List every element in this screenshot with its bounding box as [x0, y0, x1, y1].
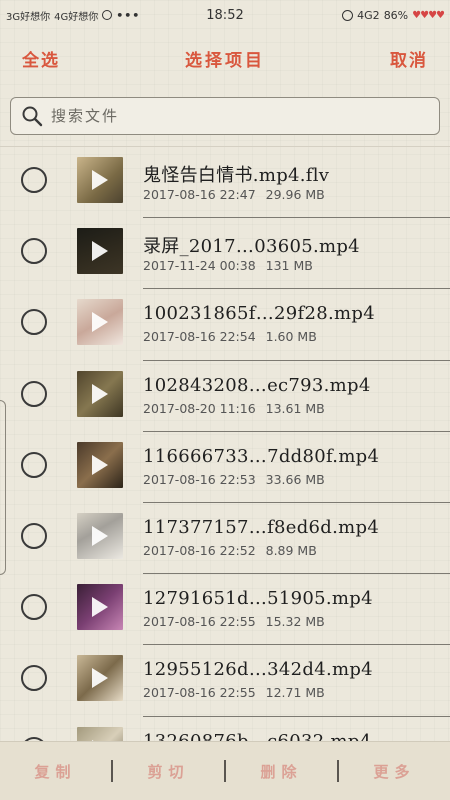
file-date: 2017-08-16 22:55 [143, 614, 256, 630]
select-checkbox[interactable] [21, 522, 47, 549]
edge-handle[interactable] [0, 400, 6, 575]
search-input[interactable] [51, 107, 411, 125]
play-icon [92, 241, 108, 262]
video-thumbnail [77, 228, 123, 275]
list-item[interactable]: 116666733…7dd80f.mp4 2017-08-16 22:53 33… [0, 432, 450, 503]
file-name: 117377157…f8ed6d.mp4 [143, 516, 380, 538]
alarm-icon [342, 9, 354, 21]
file-name: 102843208…ec793.mp4 [143, 374, 371, 396]
play-icon [92, 170, 108, 190]
select-all-button[interactable]: 全选 [22, 46, 60, 71]
file-meta: 2017-08-16 22:52 8.89 MB [143, 543, 317, 558]
network-label: 4G2 [357, 8, 380, 22]
select-checkbox[interactable] [21, 594, 47, 621]
more-notifications-icon: ••• [116, 8, 141, 22]
video-thumbnail [77, 441, 123, 488]
file-size: 15.32 MB [265, 614, 325, 630]
search-bar[interactable] [10, 97, 440, 135]
file-meta: 2017-08-16 22:47 29.96 MB [143, 187, 325, 202]
bottom-toolbar: 复制 剪切 删除 更多 [0, 741, 450, 800]
list-item[interactable]: 102843208…ec793.mp4 2017-08-20 11:16 13.… [0, 361, 450, 432]
file-name: 12791651d…51905.mp4 [143, 588, 373, 610]
status-bar: 3G好想你 4G好想你 ••• 18:52 4G2 86% ♥♥♥♥ [0, 0, 450, 30]
file-name: 鬼怪告白情书.mp4.flv [143, 165, 330, 186]
play-icon [92, 668, 108, 689]
file-date: 2017-08-16 22:53 [143, 471, 256, 487]
status-left: 3G好想你 4G好想你 ••• [6, 8, 140, 23]
list-item[interactable]: 12955126d…342d4.mp4 2017-08-16 22:55 12.… [0, 645, 450, 717]
battery-hearts-icon: ♥♥♥♥ [412, 9, 445, 21]
file-name: 12955126d…342d4.mp4 [143, 659, 373, 681]
select-checkbox[interactable] [21, 665, 47, 692]
file-name: 100231865f…29f28.mp4 [143, 303, 375, 325]
cancel-button[interactable]: 取消 [390, 46, 428, 71]
video-thumbnail [77, 370, 123, 417]
file-size: 29.96 MB [265, 187, 325, 202]
file-size: 8.89 MB [265, 542, 317, 558]
video-thumbnail [77, 655, 123, 702]
video-thumbnail [77, 584, 123, 631]
list-item[interactable]: 100231865f…29f28.mp4 2017-08-16 22:54 1.… [0, 289, 450, 361]
list-item[interactable]: 鬼怪告白情书.mp4.flv 2017-08-16 22:47 29.96 MB [0, 147, 450, 219]
list-item[interactable]: 13260876b…c6032.mp4 [0, 717, 450, 742]
file-meta: 2017-08-16 22:55 12.71 MB [143, 685, 325, 700]
select-checkbox[interactable] [21, 167, 47, 193]
search-icon [21, 105, 43, 127]
play-icon [92, 312, 108, 333]
play-icon [92, 525, 108, 546]
file-date: 2017-08-16 22:47 [143, 187, 256, 202]
delete-button[interactable]: 删除 [226, 761, 337, 782]
header: 全选 选择项目 取消 [0, 38, 450, 78]
file-size: 131 MB [265, 258, 313, 274]
select-checkbox[interactable] [21, 451, 47, 478]
file-name: 13260876b…c6032.mp4 [143, 730, 372, 742]
notification-icon [102, 10, 113, 20]
file-list[interactable]: 鬼怪告白情书.mp4.flv 2017-08-16 22:47 29.96 MB… [0, 147, 450, 741]
file-meta: 2017-11-24 00:38 131 MB [143, 258, 313, 273]
file-date: 2017-08-16 22:55 [143, 685, 256, 701]
file-meta: 2017-08-16 22:53 33.66 MB [143, 472, 325, 487]
status-right: 4G2 86% ♥♥♥♥ [342, 8, 445, 22]
file-meta: 2017-08-16 22:54 1.60 MB [143, 329, 317, 344]
carrier-2: 4G好想你 [54, 11, 99, 23]
file-size: 12.71 MB [265, 685, 325, 701]
file-meta: 2017-08-20 11:16 13.61 MB [143, 401, 325, 416]
list-item[interactable]: 录屏_2017…03605.mp4 2017-11-24 00:38 131 M… [0, 218, 450, 290]
file-size: 1.60 MB [265, 329, 317, 345]
file-date: 2017-08-16 22:54 [143, 329, 256, 345]
select-checkbox[interactable] [21, 380, 47, 407]
file-size: 33.66 MB [265, 471, 325, 487]
battery-label: 86% [383, 8, 409, 22]
video-thumbnail [77, 726, 123, 741]
video-thumbnail [77, 157, 123, 203]
play-icon [92, 383, 108, 404]
page-title: 选择项目 [185, 50, 265, 71]
play-icon [92, 454, 108, 475]
list-item[interactable]: 117377157…f8ed6d.mp4 2017-08-16 22:52 8.… [0, 503, 450, 575]
play-icon [92, 597, 108, 618]
carrier-1: 3G好想你 [6, 11, 51, 23]
select-checkbox[interactable] [21, 309, 47, 336]
file-size: 13.61 MB [265, 400, 325, 416]
more-button[interactable]: 更多 [339, 761, 450, 782]
file-date: 2017-11-24 00:38 [143, 258, 256, 274]
video-thumbnail [77, 512, 123, 559]
list-item[interactable]: 12791651d…51905.mp4 2017-08-16 22:55 15.… [0, 574, 450, 646]
select-checkbox[interactable] [21, 238, 47, 265]
file-name: 录屏_2017…03605.mp4 [143, 236, 360, 258]
file-date: 2017-08-16 22:52 [143, 542, 256, 558]
cut-button[interactable]: 剪切 [113, 761, 224, 782]
copy-button[interactable]: 复制 [0, 761, 111, 782]
video-thumbnail [77, 299, 123, 346]
file-name: 116666733…7dd80f.mp4 [143, 445, 380, 467]
file-date: 2017-08-20 11:16 [143, 400, 256, 416]
file-meta: 2017-08-16 22:55 15.32 MB [143, 614, 325, 629]
